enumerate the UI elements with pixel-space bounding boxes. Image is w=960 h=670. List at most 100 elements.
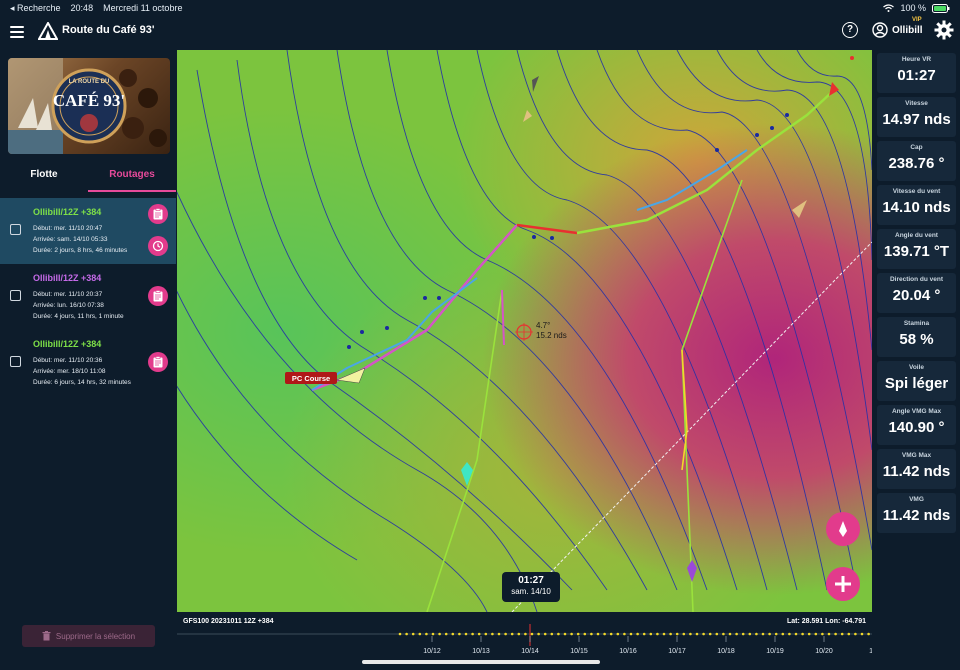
route-details-button[interactable] <box>148 286 168 306</box>
timeline-step-dot[interactable] <box>781 632 785 636</box>
timeline-step-dot[interactable] <box>471 632 474 636</box>
timeline-step-dot[interactable] <box>458 632 461 636</box>
timeline-step-dot[interactable] <box>524 632 527 636</box>
timeline-step-dot[interactable] <box>484 632 488 636</box>
timeline-step-dot[interactable] <box>702 632 705 636</box>
timeline-step-dot[interactable] <box>418 632 422 636</box>
route-checkbox[interactable] <box>10 224 21 235</box>
timeline-step-dot[interactable] <box>834 632 837 636</box>
timeline-step-dot[interactable] <box>682 632 686 636</box>
timeline-step-dot[interactable] <box>444 632 448 636</box>
route-checkbox[interactable] <box>10 290 21 301</box>
timeline-step-dot[interactable] <box>616 632 620 636</box>
timeline-step-dot[interactable] <box>398 632 402 636</box>
timeline-step-dot[interactable] <box>854 632 857 636</box>
app-title: Route du Café 93' <box>62 24 155 36</box>
timeline-step-dot[interactable] <box>596 632 600 636</box>
timeline-step-dot[interactable] <box>583 632 587 636</box>
hamburger-menu-icon[interactable] <box>10 26 24 38</box>
timeline-step-dot[interactable] <box>623 632 626 636</box>
timeline-step-dot[interactable] <box>629 632 633 636</box>
timeline-step-dot[interactable] <box>669 632 672 636</box>
boat-center-button[interactable] <box>826 512 860 546</box>
add-button[interactable] <box>826 567 860 601</box>
timeline-step-dot[interactable] <box>636 632 639 636</box>
timeline-step-dot[interactable] <box>788 632 791 636</box>
timeline-step-dot[interactable] <box>563 632 567 636</box>
timeline-step-dot[interactable] <box>755 632 758 636</box>
timeline-step-dot[interactable] <box>715 632 719 636</box>
timeline-step-dot[interactable] <box>517 632 521 636</box>
timeline-step-dot[interactable] <box>847 632 851 636</box>
timeline-step-dot[interactable] <box>451 632 455 636</box>
timeline-step-dot[interactable] <box>510 632 514 636</box>
timeline-step-dot[interactable] <box>741 632 745 636</box>
timeline-step-dot[interactable] <box>537 632 540 636</box>
timeline-step-dot[interactable] <box>735 632 738 636</box>
delete-selection-button[interactable]: Supprimer la sélection <box>22 625 155 647</box>
timeline-step-dot[interactable] <box>761 632 765 636</box>
timeline-step-dot[interactable] <box>530 632 534 636</box>
timeline-step-dot[interactable] <box>728 632 732 636</box>
weather-map[interactable]: 4.7° 15.2 nds PC Course <box>177 50 872 612</box>
route-replay-button[interactable] <box>148 236 168 256</box>
username[interactable]: Ollibill <box>892 25 923 36</box>
timeline-step-dot[interactable] <box>722 632 725 636</box>
timeline-step-dot[interactable] <box>425 632 428 636</box>
timeline-step-dot[interactable] <box>867 632 870 636</box>
stat-label: Stamina <box>903 320 930 327</box>
timeline-step-dot[interactable] <box>821 632 824 636</box>
timeline-step-dot[interactable] <box>860 632 864 636</box>
timeline-step-dot[interactable] <box>603 632 606 636</box>
timeline-step-dot[interactable] <box>464 632 468 636</box>
timeline-step-dot[interactable] <box>557 632 560 636</box>
timeline-step-dot[interactable] <box>576 632 580 636</box>
time-cursor-bubble[interactable]: 01:27 sam. 14/10 <box>502 572 560 602</box>
timeline-step-dot[interactable] <box>497 632 501 636</box>
timeline-step-dot[interactable] <box>438 632 441 636</box>
timeline-step-dot[interactable] <box>477 632 481 636</box>
gear-icon[interactable] <box>934 20 954 40</box>
timeline-step-dot[interactable] <box>543 632 547 636</box>
timeline-step-dot[interactable] <box>748 632 752 636</box>
route-checkbox[interactable] <box>10 356 21 367</box>
tab-routages[interactable]: Routages <box>88 162 176 192</box>
status-back[interactable]: ◂ Recherche <box>10 3 61 14</box>
help-icon[interactable]: ? <box>842 22 858 38</box>
user-icon[interactable] <box>872 22 888 38</box>
timeline-step-dot[interactable] <box>411 632 415 636</box>
route-item[interactable]: Ollibill/12Z +384 Début: mer. 11/10 20:3… <box>0 264 176 330</box>
timeline-step-dot[interactable] <box>840 632 844 636</box>
timeline-step-dot[interactable] <box>827 632 831 636</box>
timeline-step-dot[interactable] <box>550 632 554 636</box>
timeline-step-dot[interactable] <box>504 632 507 636</box>
map-canvas[interactable]: 4.7° 15.2 nds PC Course <box>177 50 872 612</box>
timeline-step-dot[interactable] <box>405 632 408 636</box>
timeline-step-dot[interactable] <box>642 632 646 636</box>
route-details-button[interactable] <box>148 352 168 372</box>
timeline-step-dot[interactable] <box>807 632 811 636</box>
timeline-step-dot[interactable] <box>801 632 804 636</box>
timeline-step-dot[interactable] <box>656 632 659 636</box>
timeline-step-dot[interactable] <box>814 632 818 636</box>
timeline-step-dot[interactable] <box>609 632 613 636</box>
timeline-step-dot[interactable] <box>768 632 771 636</box>
timeline-step-dot[interactable] <box>590 632 593 636</box>
timeline-step-dot[interactable] <box>570 632 573 636</box>
route-item[interactable]: Ollibill/12Z +384 Début: mer. 11/10 20:3… <box>0 330 176 396</box>
route-details-button[interactable] <box>148 204 168 224</box>
timeline-step-dot[interactable] <box>774 632 778 636</box>
timeline-step-dot[interactable] <box>689 632 692 636</box>
timeline-step-dot[interactable] <box>662 632 666 636</box>
timeline-step-dot[interactable] <box>649 632 653 636</box>
timeline-date-label: 10/18 <box>717 648 735 655</box>
timeline-step-dot[interactable] <box>491 632 494 636</box>
pc-course-label[interactable]: PC Course <box>292 374 330 383</box>
timeline-step-dot[interactable] <box>708 632 712 636</box>
timeline-step-dot[interactable] <box>695 632 699 636</box>
timeline-step-dot[interactable] <box>675 632 679 636</box>
timeline-step-dot[interactable] <box>794 632 798 636</box>
timeline-step-dot[interactable] <box>431 632 435 636</box>
tab-flotte[interactable]: Flotte <box>0 162 88 192</box>
route-item[interactable]: Ollibill/12Z +384 Début: mer. 11/10 20:4… <box>0 198 176 264</box>
